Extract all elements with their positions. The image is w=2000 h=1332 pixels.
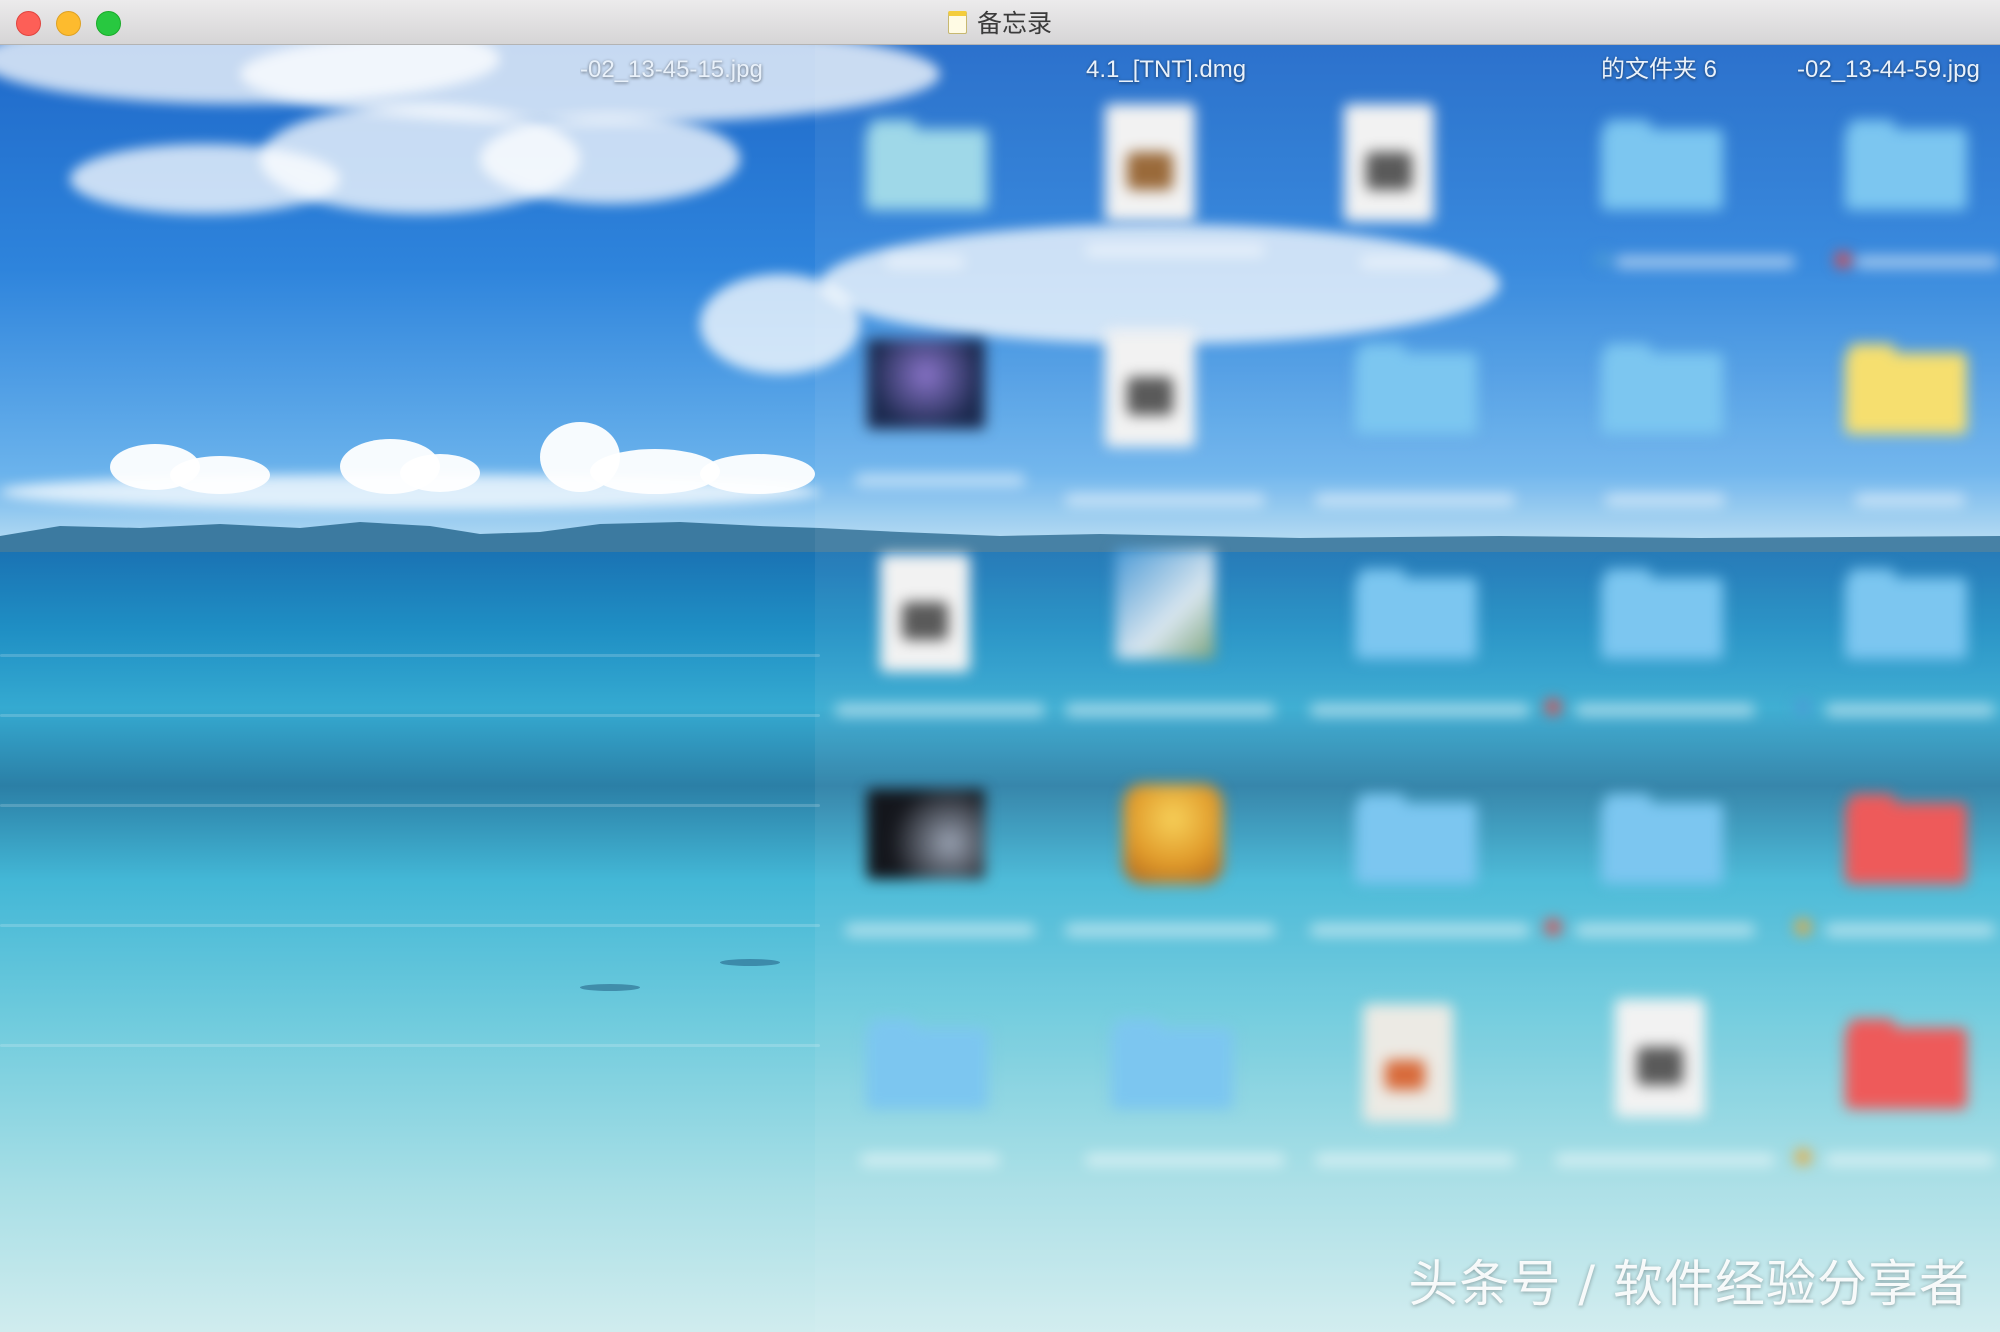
window-title-area: 备忘录 bbox=[0, 0, 2000, 44]
desktop-filename-1[interactable]: -02_13-45-15.jpg bbox=[580, 52, 820, 88]
notes-app-icon bbox=[947, 10, 967, 34]
content-area: -02_13-45-15.jpg 4.1_[TNT].dmg 的文件夹 6 -0… bbox=[0, 44, 2000, 1332]
desktop-filename-2[interactable]: 4.1_[TNT].dmg bbox=[1086, 52, 1276, 88]
watermark-text: 头条号 / 软件经验分享者 bbox=[1408, 1255, 1970, 1313]
desktop-filename-3[interactable]: 的文件夹 6 bbox=[1601, 52, 1731, 88]
blurred-desktop-icons bbox=[815, 44, 2000, 1332]
window-titlebar[interactable]: 备忘录 bbox=[0, 0, 2000, 45]
window-title: 备忘录 bbox=[976, 9, 1052, 38]
desktop-filename-4[interactable]: -02_13-44-59.jpg bbox=[1797, 52, 2000, 88]
desktop-icon-grid bbox=[815, 44, 2000, 1332]
